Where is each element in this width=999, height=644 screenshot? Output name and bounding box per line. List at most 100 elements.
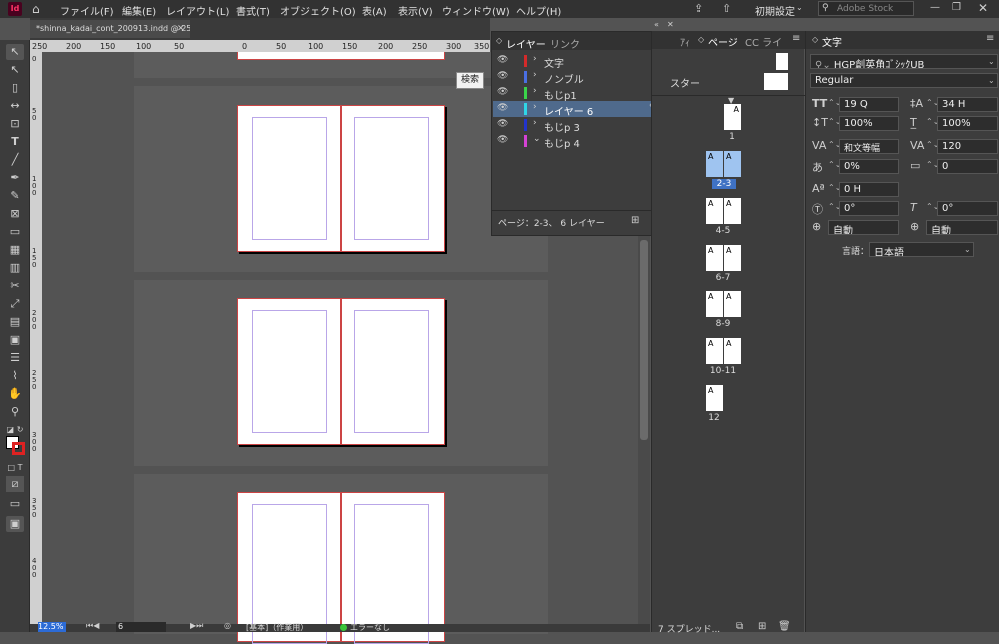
eye-icon[interactable]: 👁 [497,135,508,145]
chevron-right-icon[interactable]: › [533,70,537,80]
master-thumb[interactable] [776,53,788,70]
preview-mode-icon[interactable]: ▣ [6,516,24,532]
apply-none-icon[interactable]: ⧄ [6,476,24,492]
zoom-tool-icon[interactable]: ⚲ [6,404,24,420]
free-transform-tool-icon[interactable]: ⤢ [6,296,24,312]
tab-layers[interactable]: レイヤー [506,36,546,51]
menu-help[interactable]: ヘルプ(H) [516,3,561,18]
document-tab[interactable]: *shinna_kadai_cont_200913.indd @ 25% [30,20,190,38]
baseline-shift-field[interactable]: 0 H [839,182,899,197]
chevron-right-icon[interactable]: › [533,118,537,128]
font-size-field[interactable]: 19 Q [839,97,899,112]
pencil-tool-icon[interactable]: ✎ [6,188,24,204]
kerning-field[interactable]: 和文等幅 [839,139,899,154]
new-layer-icon[interactable]: ⊞ [631,215,639,226]
grid-tool-icon[interactable]: ▥ [6,260,24,276]
rectangle-frame-tool-icon[interactable]: ⊠ [6,206,24,222]
share-icon[interactable]: ⇧ [722,2,731,15]
language-select[interactable]: 日本語 [869,242,974,257]
page-thumb-10[interactable]: A [706,338,723,364]
page-thumb-5[interactable]: A [724,198,741,224]
page-thumb-2[interactable]: A [706,151,723,177]
page-thumb-4[interactable]: A [706,198,723,224]
layer-row[interactable]: 👁 › ノンブル [493,69,677,86]
chevron-right-icon[interactable]: › [533,102,537,112]
spread-6-7[interactable] [134,474,548,644]
collapse-icon[interactable]: ◇ [812,35,818,44]
spread-4-5[interactable] [134,280,548,466]
mojikumi-before-select[interactable]: 自動 [828,220,899,235]
font-family-select[interactable]: ⚲⌄ HGP創英角ｺﾞｼｯｸUB [810,54,998,69]
line-tool-icon[interactable]: ╱ [6,152,24,168]
leading-field[interactable]: 34 H [937,97,998,112]
eye-icon[interactable]: 👁 [497,87,508,97]
tab-partial[interactable]: ｱｨ [680,34,690,49]
eye-icon[interactable]: 👁 [497,55,508,65]
menu-edit[interactable]: 編集(E) [122,3,156,18]
gradient-feather-tool-icon[interactable]: ▣ [6,332,24,348]
preflight-profile[interactable]: [基本]（作業用） [246,622,308,632]
formatting-affects-container-icon[interactable]: □ T [6,460,24,476]
page-thumb-12[interactable]: A [706,385,723,411]
eye-icon[interactable]: 👁 [497,71,508,81]
zoom-field[interactable]: 12.5% [38,622,66,632]
page[interactable] [237,52,445,60]
scrollbar-thumb[interactable] [640,240,648,440]
minimize-icon[interactable]: — [930,2,940,13]
gradient-tool-icon[interactable]: ▤ [6,314,24,330]
chevron-down-icon[interactable]: ⌄ [988,76,995,85]
page-thumb-3[interactable]: A [724,151,741,177]
rotation-field[interactable]: 0° [839,201,899,216]
menu-window[interactable]: ウィンドウ(W) [442,3,510,18]
preflight-icon[interactable]: ◎ [224,621,231,630]
page-tool-icon[interactable]: ▯ [6,80,24,96]
pen-tool-icon[interactable]: ✒ [6,170,24,186]
page-thumb-9[interactable]: A [724,291,741,317]
new-page-icon[interactable]: ⊞ [758,621,766,632]
page-thumb-1[interactable]: A [724,104,741,130]
eye-icon[interactable]: 👁 [497,103,508,113]
content-collector-icon[interactable]: ⊡ [6,116,24,132]
eyedropper-tool-icon[interactable]: ⌇ [6,368,24,384]
spread-2-3[interactable] [134,86,548,272]
page-thumb-6[interactable]: A [706,245,723,271]
page-thumb-11[interactable]: A [724,338,741,364]
master-thumb[interactable] [764,73,788,90]
close-tab-icon[interactable]: ✕ [177,24,185,34]
tab-pages[interactable]: ページ [708,34,738,49]
close-icon[interactable]: ✕ [978,1,988,15]
last-page-icon[interactable]: ▶⏭ [190,621,203,631]
mojikumi-after-select[interactable]: 自動 [926,220,998,235]
page-number-field[interactable]: 6 [116,622,166,632]
close-panel-icon[interactable]: ✕ [667,20,674,29]
stock-search[interactable]: ⚲ Adobe Stock [818,1,914,16]
direct-selection-tool-icon[interactable]: ↖ [6,62,24,78]
panel-menu-icon[interactable]: ≡ [792,33,800,44]
menu-view[interactable]: 表示(V) [398,3,433,18]
workspace-switcher[interactable]: 初期設定 [755,3,795,18]
scissors-tool-icon[interactable]: ✂ [6,278,24,294]
menu-layout[interactable]: レイアウト(L) [166,3,229,18]
hand-tool-icon[interactable]: ✋ [6,386,24,402]
tracking-field[interactable]: 120 [937,139,998,154]
menu-file[interactable]: ファイル(F) [60,3,114,18]
page-thumb-8[interactable]: A [706,291,723,317]
collapse-icon[interactable]: ◇ [496,36,502,45]
layer-row-selected[interactable]: 👁 › レイヤー 6 ✎ [493,101,677,118]
vertical-scale-field[interactable]: 100% [839,116,899,131]
page-left[interactable] [237,105,341,252]
note-tool-icon[interactable]: ☰ [6,350,24,366]
page-right[interactable] [341,492,445,644]
menu-type[interactable]: 書式(T) [236,3,270,18]
menu-table[interactable]: 表(A) [362,3,387,18]
collapse-icon[interactable]: ◇ [698,35,704,44]
chevron-down-icon[interactable]: ⌄ [988,57,995,66]
layer-row[interactable]: 👁 › もじp1 [493,85,677,102]
page-right[interactable] [341,105,445,252]
menu-object[interactable]: オブジェクト(O) [280,3,356,18]
skew-field[interactable]: 0° [937,201,998,216]
type-tool-icon[interactable]: T [6,134,24,150]
tab-links[interactable]: リンク [550,36,580,51]
chevron-right-icon[interactable]: › [533,54,537,64]
trash-icon[interactable]: 🗑 [778,621,791,632]
